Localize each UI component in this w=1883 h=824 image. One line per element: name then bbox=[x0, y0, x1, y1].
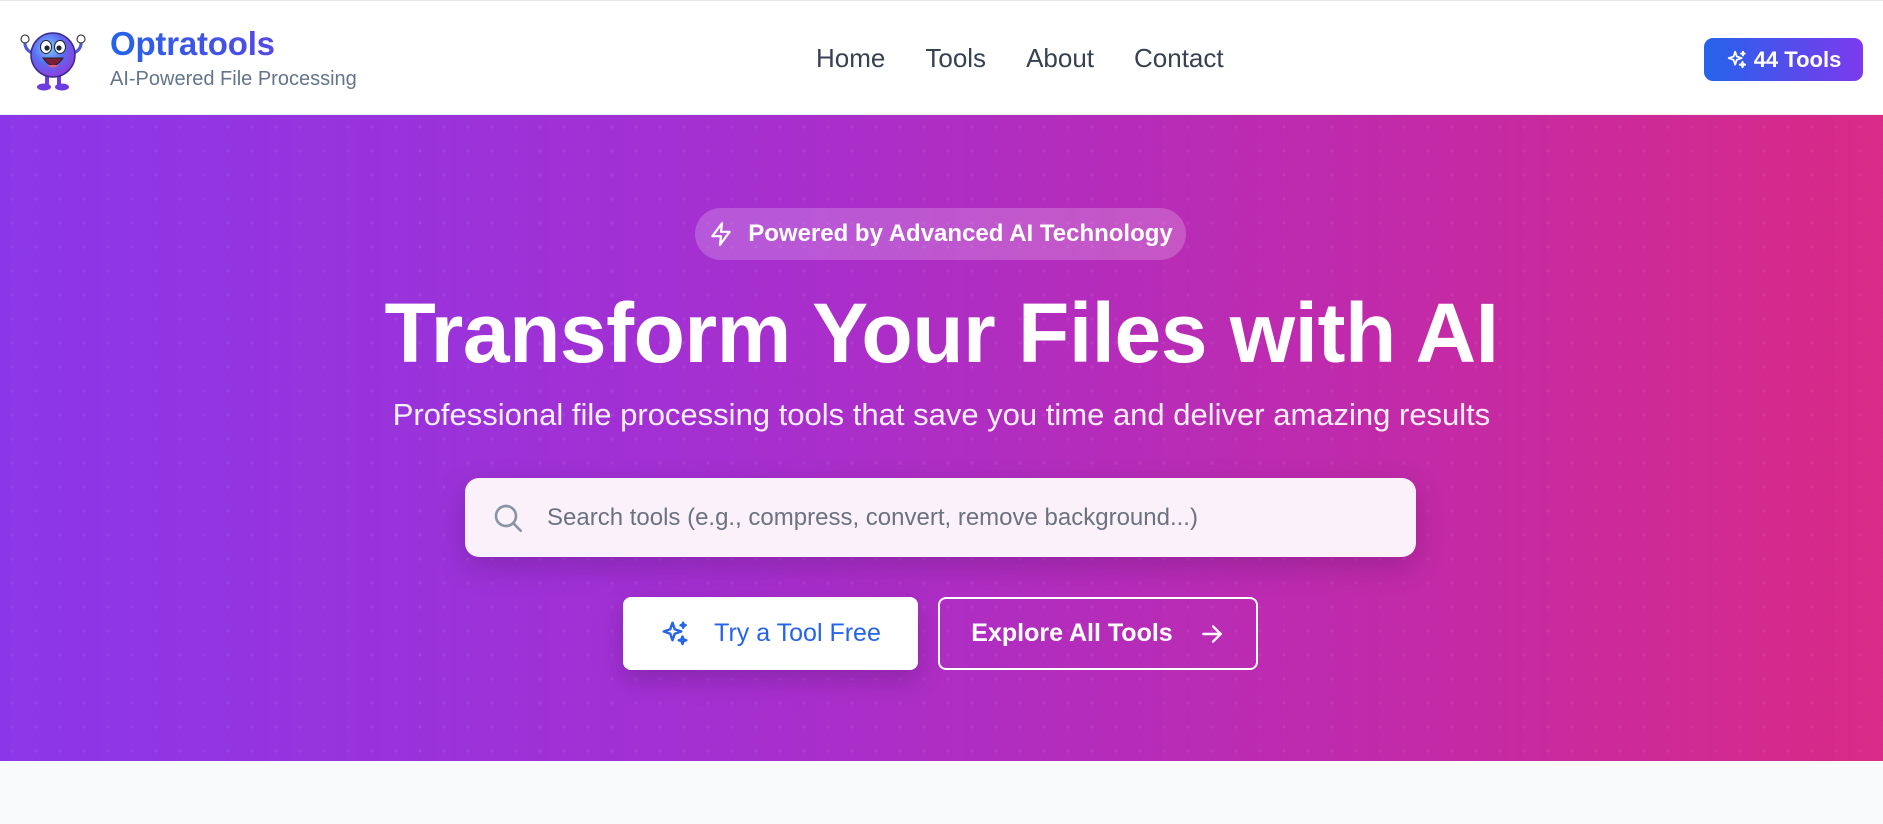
brand-name: Optratools bbox=[110, 25, 357, 63]
hero-section: Powered by Advanced AI Technology Transf… bbox=[0, 115, 1883, 761]
next-section bbox=[0, 761, 1883, 824]
hero-subtitle: Professional file processing tools that … bbox=[392, 397, 1491, 432]
hero-title: Transform Your Files with AI bbox=[384, 286, 1499, 380]
explore-all-tools-label: Explore All Tools bbox=[971, 619, 1173, 647]
search-input[interactable] bbox=[545, 502, 1385, 533]
lightning-icon bbox=[711, 222, 731, 246]
sparkles-icon bbox=[1727, 50, 1746, 68]
powered-by-label: Powered by Advanced AI Technology bbox=[748, 220, 1173, 247]
tools-count-badge[interactable]: 44 Tools bbox=[1704, 38, 1863, 81]
main-nav: Home Tools About Contact bbox=[816, 41, 1224, 75]
tools-badge-label: 44 Tools bbox=[1753, 46, 1842, 72]
sparkles-icon bbox=[662, 621, 688, 645]
nav-home[interactable]: Home bbox=[816, 41, 885, 75]
arrow-right-icon bbox=[1201, 624, 1222, 643]
mascot-logo-icon bbox=[20, 32, 86, 91]
try-tool-free-label: Try a Tool Free bbox=[714, 619, 881, 647]
try-tool-free-button[interactable]: Try a Tool Free bbox=[623, 597, 918, 670]
site-header: Optratools AI-Powered File Processing Ho… bbox=[0, 0, 1883, 115]
nav-contact[interactable]: Contact bbox=[1134, 41, 1224, 75]
nav-tools[interactable]: Tools bbox=[925, 41, 986, 75]
brand-home-link[interactable]: Optratools AI-Powered File Processing bbox=[18, 23, 357, 93]
brand-tagline: AI-Powered File Processing bbox=[110, 68, 357, 90]
nav-about[interactable]: About bbox=[1026, 41, 1094, 75]
explore-all-tools-button[interactable]: Explore All Tools bbox=[938, 597, 1258, 670]
powered-by-pill: Powered by Advanced AI Technology bbox=[695, 208, 1186, 260]
search-box[interactable] bbox=[465, 478, 1416, 557]
search-icon bbox=[494, 504, 522, 532]
